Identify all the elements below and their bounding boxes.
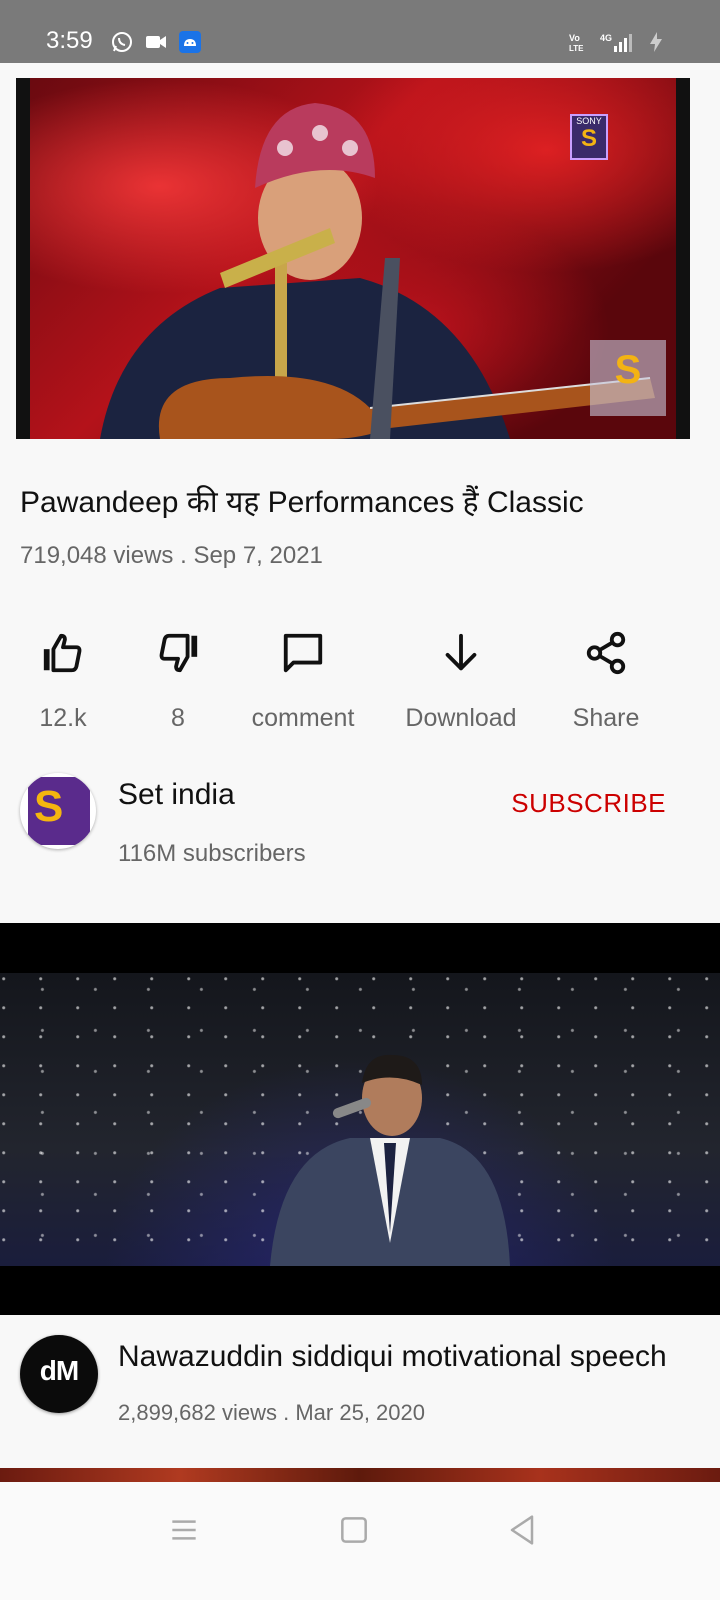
video-date: Sep 7, 2021	[193, 542, 323, 569]
download-button[interactable]: Download	[396, 630, 526, 733]
svg-text:LTE: LTE	[569, 44, 584, 53]
video-frame[interactable]: SONY S S	[30, 78, 676, 439]
next-video-avatar-text: dM	[39, 1355, 79, 1386]
home-square-icon	[341, 1517, 367, 1543]
dislike-button[interactable]: 8	[140, 630, 216, 733]
thumbs-down-icon	[159, 633, 198, 673]
charging-icon	[650, 32, 662, 52]
4g-signal-icon: 4G	[600, 33, 632, 52]
status-time: 3:59	[46, 27, 93, 54]
channel-name[interactable]: Set india	[118, 778, 235, 812]
next-video-channel-avatar[interactable]: dM	[20, 1335, 98, 1413]
share-icon	[586, 631, 626, 675]
channel-logo-letter: S	[34, 782, 64, 831]
home-nav-button[interactable]	[334, 1510, 374, 1550]
status-icons-right: Vo LTE 4G	[568, 30, 668, 54]
dislike-count: 8	[171, 704, 185, 732]
following-video-thumbnail[interactable]	[0, 1468, 720, 1482]
system-nav-bar	[0, 1482, 720, 1600]
video-stats: 719,048 views . Sep 7, 2021	[20, 542, 323, 570]
thumbs-up-icon	[43, 633, 82, 673]
whatsapp-icon	[112, 32, 132, 52]
svg-text:4G: 4G	[600, 33, 612, 43]
subscribe-button[interactable]: SUBSCRIBE	[511, 788, 666, 819]
comment-label: comment	[251, 704, 355, 732]
status-bar: 3:59 Vo LTE 4G	[0, 0, 720, 63]
next-stats-separator: .	[277, 1400, 296, 1425]
menu-icon	[172, 1520, 196, 1540]
like-count: 12.k	[39, 704, 87, 732]
video-views: 719,048 views	[20, 542, 174, 569]
android-icon	[179, 31, 201, 53]
next-video-date: Mar 25, 2020	[295, 1400, 425, 1425]
download-icon	[445, 633, 477, 671]
channel-watermark-bottom: S	[590, 340, 666, 416]
svg-text:Vo: Vo	[569, 33, 580, 43]
comment-button[interactable]: comment	[238, 630, 368, 733]
comment-icon	[283, 633, 323, 673]
video-player[interactable]: SONY S S	[16, 78, 690, 439]
menu-nav-button[interactable]	[164, 1510, 204, 1550]
next-video-title[interactable]: Nawazuddin siddiqui motivational speech	[118, 1340, 667, 1374]
channel-subscribers: 116M subscribers	[118, 840, 306, 867]
status-icons-left	[110, 30, 202, 54]
share-label: Share	[572, 704, 640, 732]
share-button[interactable]: Share	[560, 630, 652, 733]
back-triangle-icon	[510, 1515, 534, 1545]
action-row: 12.k 8 comment Download Share	[0, 630, 720, 740]
back-nav-button[interactable]	[502, 1510, 542, 1550]
next-video-views: 2,899,682 views	[118, 1400, 277, 1425]
video-camera-icon	[146, 36, 166, 48]
channel-avatar[interactable]: S	[20, 773, 96, 849]
download-label: Download	[405, 704, 517, 732]
like-button[interactable]: 12.k	[20, 630, 106, 733]
next-video-frame	[0, 973, 720, 1266]
video-title: Pawandeep की यह Performances हैं Classic	[20, 486, 584, 519]
speaker-image	[270, 1054, 510, 1266]
stats-separator: .	[173, 542, 194, 569]
next-video-stats: 2,899,682 views . Mar 25, 2020	[118, 1400, 425, 1426]
channel-watermark-top: SONY S	[570, 114, 608, 160]
volte-icon: VoLTE	[569, 33, 584, 53]
next-video-thumbnail[interactable]	[0, 923, 720, 1315]
